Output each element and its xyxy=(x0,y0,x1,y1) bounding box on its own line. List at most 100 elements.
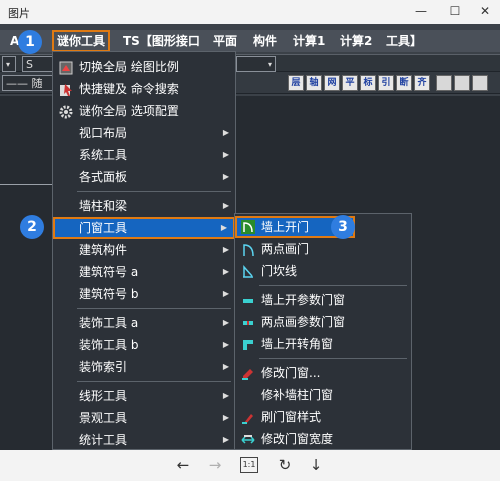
menu-item-symbols-a[interactable]: 建筑符号 a ▶ xyxy=(53,261,235,283)
layer-tool-icon[interactable]: 层 xyxy=(288,75,304,91)
brush-icon xyxy=(241,410,255,424)
menu-calc1[interactable]: 计算1 xyxy=(293,30,325,52)
menu-item-label: 墙柱和梁 xyxy=(79,199,128,213)
panel-c-icon[interactable] xyxy=(472,75,488,91)
submenu-arrow-icon: ▶ xyxy=(222,435,229,444)
menu-item-label: 两点画参数门窗 xyxy=(261,315,346,329)
two-point-door-icon xyxy=(241,242,255,257)
submenu-item-wall-param-window[interactable]: 墙上开参数门窗 xyxy=(235,289,411,311)
corner-window-icon xyxy=(241,337,255,351)
menu-item-label: 建筑符号 b xyxy=(79,287,139,301)
grid-tool-icon[interactable]: 网 xyxy=(324,75,340,91)
menu-item-statistics-tools[interactable]: 统计工具 ▶ xyxy=(53,429,235,450)
mark-tool-icon[interactable]: 标 xyxy=(360,75,376,91)
menu-item-linetype-tools[interactable]: 线形工具 ▶ xyxy=(53,385,235,407)
align-tool-icon[interactable]: 齐 xyxy=(414,75,430,91)
menu-item-building-components[interactable]: 建筑构件 ▶ xyxy=(53,239,235,261)
menu-item-label: 刷门窗样式 xyxy=(261,410,322,424)
submenu-arrow-icon: ▶ xyxy=(222,318,229,327)
menu-item-shortcuts[interactable]: 快捷键及 命令搜索 xyxy=(53,78,235,100)
actual-size-button[interactable]: 1:1 xyxy=(240,457,258,473)
menu-separator xyxy=(77,308,231,309)
menu-component[interactable]: 构件 xyxy=(253,30,277,52)
menu-item-label: 视口布局 xyxy=(79,126,128,140)
submenu-arrow-icon: ▶ xyxy=(222,201,229,210)
menu-item-label: 各式面板 xyxy=(79,170,128,184)
step-badge-1: 1 xyxy=(18,30,42,54)
forward-arrow-icon[interactable]: → xyxy=(205,456,225,474)
menu-item-walls-columns[interactable]: 墙柱和梁 ▶ xyxy=(53,195,235,217)
image-viewport: A 谜你工具 TS【图形接口 平面 构件 计算1 计算2 工具】 ▾ S ▾ —… xyxy=(0,24,500,450)
download-icon[interactable]: ↓ xyxy=(306,456,326,474)
menu-plan[interactable]: 平面 xyxy=(213,30,237,52)
mini-tools-menu: 切换全局 绘图比例 快捷键及 命令搜索 谜你全局 选项配置 视口布局 ▶ 系统工… xyxy=(52,51,236,450)
menu-tools[interactable]: 工具】 xyxy=(386,30,422,52)
gear-icon xyxy=(59,104,73,119)
maximize-button[interactable]: ☐ xyxy=(444,2,466,20)
menu-calc2[interactable]: 计算2 xyxy=(340,30,372,52)
door-sill-icon xyxy=(241,264,255,278)
menu-item-door-window-tools[interactable]: 门窗工具 ▶ xyxy=(53,217,235,239)
menu-item-label: 修改门窗宽度 xyxy=(261,432,334,446)
menu-item-label: 门坎线 xyxy=(261,264,298,278)
menu-item-label: 景观工具 xyxy=(79,411,128,425)
toolbar-dropdown-2[interactable]: ▾ xyxy=(236,56,276,72)
menu-item-label: 墙上开参数门窗 xyxy=(261,293,346,307)
menu-separator xyxy=(259,358,407,359)
step-badge-2: 2 xyxy=(20,215,44,239)
menu-item-landscape-tools[interactable]: 景观工具 ▶ xyxy=(53,407,235,429)
menu-item-decor-b[interactable]: 装饰工具 b ▶ xyxy=(53,334,235,356)
submenu-item-door-sill[interactable]: 门坎线 xyxy=(235,260,411,282)
width-icon xyxy=(241,432,255,446)
menu-separator xyxy=(259,285,407,286)
plan-tool-icon[interactable]: 平 xyxy=(342,75,358,91)
scale-icon xyxy=(59,60,73,75)
menu-item-decor-index[interactable]: 装饰索引 ▶ xyxy=(53,356,235,378)
menu-item-label: 装饰索引 xyxy=(79,360,128,374)
submenu-arrow-icon: ▶ xyxy=(220,223,227,232)
submenu-item-edit-window[interactable]: 修改门窗... xyxy=(235,362,411,384)
submenu-item-brush-style[interactable]: 刷门窗样式 xyxy=(235,406,411,428)
back-arrow-icon[interactable]: ← xyxy=(173,456,193,474)
menu-item-system-tools[interactable]: 系统工具 ▶ xyxy=(53,144,235,166)
shortcut-icon xyxy=(59,82,73,96)
panel-b-icon[interactable] xyxy=(454,75,470,91)
submenu-item-edit-width[interactable]: 修改门窗宽度 xyxy=(235,428,411,450)
viewer-bottombar: ← → 1:1 ↻ ↓ xyxy=(0,450,500,481)
linetype-field[interactable]: —— 随 xyxy=(2,75,54,91)
submenu-item-two-point-door[interactable]: 两点画门 xyxy=(235,238,411,260)
toolbar-style-field[interactable]: S xyxy=(22,56,54,72)
menu-item-panels[interactable]: 各式面板 ▶ xyxy=(53,166,235,188)
submenu-arrow-icon: ▶ xyxy=(222,128,229,137)
menu-item-label: 统计工具 xyxy=(79,433,128,447)
menu-item-label: 装饰工具 b xyxy=(79,338,139,352)
toolbar-dropdown-1[interactable]: ▾ xyxy=(2,56,16,72)
menu-ts-graphics[interactable]: TS【图形接口 xyxy=(123,30,200,52)
menu-item-label: 建筑构件 xyxy=(79,243,128,257)
rotate-icon[interactable]: ↻ xyxy=(275,456,295,474)
menu-item-label: 线形工具 xyxy=(79,389,128,403)
axis-tool-icon[interactable]: 轴 xyxy=(306,75,322,91)
submenu-item-corner-window[interactable]: 墙上开转角窗 xyxy=(235,333,411,355)
window-title: 图片 xyxy=(8,7,30,20)
submenu-item-two-point-window[interactable]: 两点画参数门窗 xyxy=(235,311,411,333)
menu-item-decor-a[interactable]: 装饰工具 a ▶ xyxy=(53,312,235,334)
menu-item-label: 建筑符号 a xyxy=(79,265,139,279)
minimize-button[interactable]: — xyxy=(410,2,432,20)
leader-tool-icon[interactable]: 引 xyxy=(378,75,394,91)
menu-separator xyxy=(77,381,231,382)
menu-item-options[interactable]: 谜你全局 选项配置 xyxy=(53,100,235,122)
menu-item-label: 快捷键及 命令搜索 xyxy=(79,82,179,96)
submenu-arrow-icon: ▶ xyxy=(222,245,229,254)
param-window-icon xyxy=(241,293,255,307)
break-tool-icon[interactable]: 断 xyxy=(396,75,412,91)
panel-a-icon[interactable] xyxy=(436,75,452,91)
close-button[interactable]: ✕ xyxy=(474,2,496,20)
menu-separator xyxy=(77,191,231,192)
menu-item-symbols-b[interactable]: 建筑符号 b ▶ xyxy=(53,283,235,305)
menu-item-switch-scale[interactable]: 切换全局 绘图比例 xyxy=(53,56,235,78)
menu-item-viewport-layout[interactable]: 视口布局 ▶ xyxy=(53,122,235,144)
menu-mini-tools[interactable]: 谜你工具 xyxy=(52,30,111,52)
submenu-item-repair-wall[interactable]: 修补墙柱门窗 xyxy=(235,384,411,406)
submenu-arrow-icon: ▶ xyxy=(222,289,229,298)
